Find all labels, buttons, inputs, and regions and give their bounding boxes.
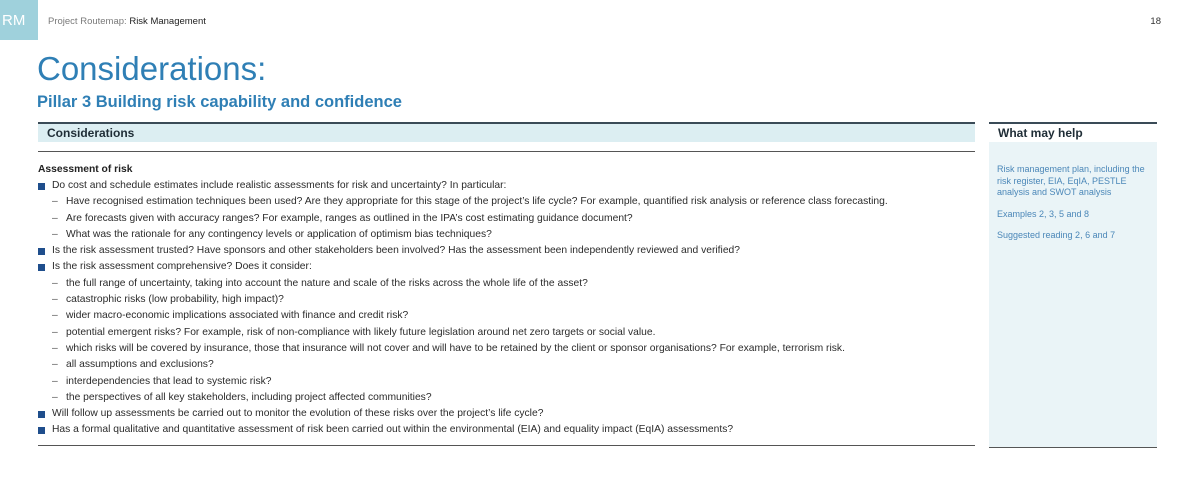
help-link-risk-plan[interactable]: Risk management plan, including the risk… (997, 164, 1149, 199)
question-item: Is the risk assessment comprehensive? Do… (38, 259, 975, 275)
sub-question-item: – interdependencies that lead to systemic… (38, 374, 975, 390)
dash-bullet-icon: – (52, 212, 58, 224)
item-text: Are forecasts given with accuracy ranges… (66, 212, 633, 224)
item-text: interdependencies that lead to systemic … (66, 375, 272, 387)
breadcrumb-current[interactable]: Risk Management (129, 16, 206, 27)
sub-question-item: – which risks will be covered by insuranc… (38, 341, 975, 357)
item-text: the perspectives of all key stakeholders… (66, 391, 432, 403)
item-text: catastrophic risks (low probability, hig… (66, 294, 284, 306)
item-text: Has a formal qualitative and quantitativ… (52, 424, 734, 436)
considerations-list: Do cost and schedule estimates include r… (38, 178, 975, 439)
help-link-examples[interactable]: Examples 2, 3, 5 and 8 (997, 209, 1149, 221)
dash-bullet-icon: – (52, 359, 58, 371)
square-bullet-icon (38, 183, 45, 190)
considerations-column: Considerations Assessment of risk Do cos… (38, 122, 975, 446)
sub-question-item: – all assumptions and exclusions? (38, 357, 975, 373)
item-text: potential emergent risks? For example, r… (66, 326, 656, 338)
breadcrumb-prefix: Project Routemap: (48, 16, 130, 27)
dash-bullet-icon: – (52, 228, 58, 240)
sub-question-item: – catastrophic risks (low probability, hi… (38, 292, 975, 308)
divider (38, 444, 975, 446)
square-bullet-icon (38, 427, 45, 435)
page-title: Considerations: (37, 50, 267, 87)
page-number: 18 (1150, 16, 1161, 27)
item-text: all assumptions and exclusions? (66, 359, 214, 371)
breadcrumb: Project Routemap: Risk Management (48, 16, 206, 27)
dash-bullet-icon: – (52, 375, 58, 387)
divider (38, 151, 975, 152)
square-bullet-icon (38, 264, 45, 272)
dash-bullet-icon: – (52, 277, 58, 289)
item-text: Do cost and schedule estimates include r… (52, 180, 507, 191)
item-text: What was the rationale for any contingen… (66, 228, 492, 240)
item-text: Will follow up assessments be carried ou… (52, 408, 544, 420)
item-text: Have recognised estimation techniques be… (66, 196, 888, 208)
question-item: Will follow up assessments be carried ou… (38, 406, 975, 422)
page-subtitle: Pillar 3 Building risk capability and co… (37, 93, 402, 111)
dash-bullet-icon: – (52, 196, 58, 208)
help-header: What may help (989, 122, 1157, 142)
considerations-header: Considerations (38, 122, 975, 142)
dash-bullet-icon: – (52, 326, 58, 338)
item-text: which risks will be covered by insurance… (66, 342, 845, 354)
sub-question-item: – potential emergent risks? For example, … (38, 325, 975, 341)
dash-bullet-icon: – (52, 310, 58, 322)
sub-question-item: – wider macro-economic implications assoc… (38, 308, 975, 324)
dash-bullet-icon: – (52, 342, 58, 354)
square-bullet-icon (38, 411, 45, 419)
help-link-suggested-reading[interactable]: Suggested reading 2, 6 and 7 (997, 230, 1149, 242)
sub-question-item: – the perspectives of all key stakeholder… (38, 390, 975, 406)
dash-bullet-icon: – (52, 391, 58, 403)
rm-badge: RM (0, 0, 38, 40)
item-text: wider macro-economic implications associ… (66, 310, 409, 322)
sub-question-item: – Have recognised estimation techniques b… (38, 194, 975, 210)
question-item: Is the risk assessment trusted? Have spo… (38, 243, 975, 259)
item-text: Is the risk assessment comprehensive? Do… (52, 261, 312, 273)
square-bullet-icon (38, 248, 45, 256)
sub-question-item: – Are forecasts given with accuracy range… (38, 211, 975, 227)
dash-bullet-icon: – (52, 294, 58, 306)
question-item: Do cost and schedule estimates include r… (38, 178, 975, 194)
section-heading: Assessment of risk (38, 164, 133, 175)
sub-question-item: – What was the rationale for any continge… (38, 227, 975, 243)
sub-question-item: – the full range of uncertainty, taking i… (38, 276, 975, 292)
question-item: Has a formal qualitative and quantitativ… (38, 422, 975, 438)
item-text: the full range of uncertainty, taking in… (66, 277, 588, 289)
divider (989, 447, 1157, 448)
help-column: What may help Risk management plan, incl… (989, 122, 1157, 448)
item-text: Is the risk assessment trusted? Have spo… (52, 245, 741, 257)
help-links: Risk management plan, including the risk… (989, 142, 1157, 242)
